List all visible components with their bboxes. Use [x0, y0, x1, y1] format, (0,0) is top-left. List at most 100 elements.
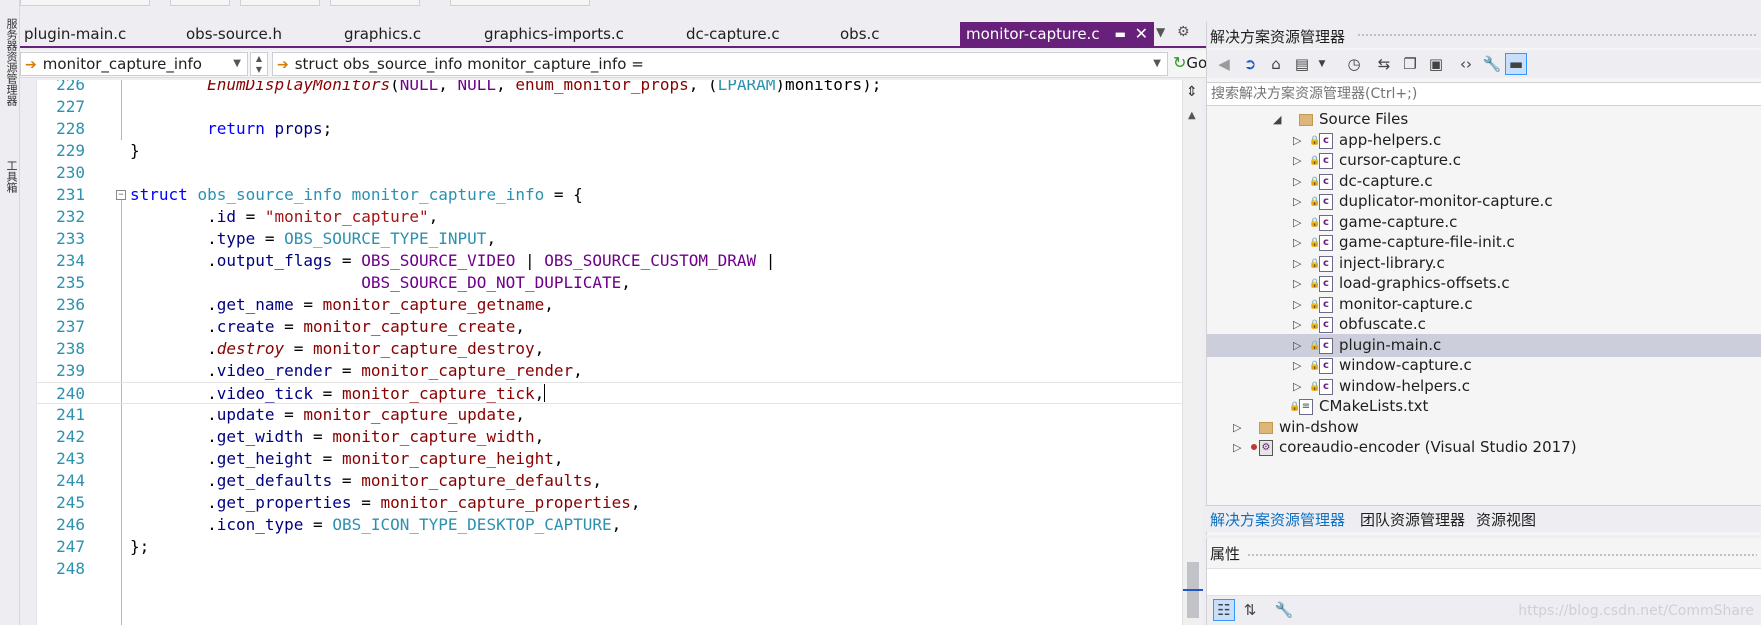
drag-grip[interactable] [1357, 33, 1757, 38]
code-token: create [216, 317, 275, 336]
property-pages-icon[interactable]: 🔧 [1273, 599, 1295, 621]
c-file-icon: c [1319, 235, 1333, 251]
code-line[interactable]: 234 .output_flags = OBS_SOURCE_VIDEO | O… [37, 250, 1182, 272]
code-token: , [428, 207, 439, 226]
tree-item[interactable]: ▷ ⚙ coreaudio-encoder (Visual Studio 2017) [1207, 436, 1761, 459]
line-number: 248 [56, 559, 85, 578]
preview-icon[interactable]: ▬ [1505, 53, 1527, 75]
code-line[interactable]: 230 [37, 162, 1182, 184]
code-line[interactable]: 226 EnumDisplayMonitors(NULL, NULL, enum… [37, 80, 1182, 96]
code-line[interactable]: 240 .video_tick = monitor_capture_tick, [37, 382, 1182, 404]
tab-solution-explorer[interactable]: 解决方案资源管理器 [1210, 509, 1345, 530]
member-dropdown[interactable]: ➔ struct obs_source_info monitor_capture_… [272, 52, 1168, 76]
code-token: monitor_capture_height [341, 449, 554, 468]
nav-spinner[interactable]: ▲ ▼ [250, 52, 268, 76]
code-line[interactable]: 239 .video_render = monitor_capture_rend… [37, 360, 1182, 382]
navigation-bar: ➔ monitor_capture_info ▼ ▲ ▼ ➔ struct obs_s… [20, 50, 1207, 78]
tab-monitor-capture-c[interactable]: monitor-capture.c ▬ ✕ [960, 22, 1154, 46]
show-all-files-icon[interactable]: ▣ [1425, 53, 1447, 75]
editor-vertical-scrollbar[interactable]: ⇕ ▲ [1182, 80, 1203, 625]
code-token: , [592, 471, 603, 490]
gear-icon[interactable]: ⚙ [1177, 24, 1190, 40]
code-line[interactable]: 245 .get_properties = monitor_capture_pr… [37, 492, 1182, 514]
expand-arrow-icon[interactable]: ▷ [1233, 436, 1241, 459]
forward-icon[interactable]: ➲ [1239, 53, 1261, 75]
code-token: , [553, 449, 564, 468]
code-line[interactable]: 243 .get_height = monitor_capture_height… [37, 448, 1182, 470]
search-input[interactable] [1207, 83, 1761, 105]
code-line[interactable]: 236 .get_name = monitor_capture_getname, [37, 294, 1182, 316]
tab-obs-source-h[interactable]: obs-source.h [182, 22, 282, 46]
go-button[interactable]: ↻Go [1173, 52, 1207, 76]
tab-plugin-main-c[interactable]: plugin-main.c [20, 22, 126, 46]
tab-label: monitor-capture.c [966, 25, 1100, 43]
close-icon[interactable]: ✕ [1135, 22, 1148, 46]
code-token: OBS_SOURCE_CUSTOM_DRAW [544, 251, 757, 270]
code-line[interactable]: 248 [37, 558, 1182, 580]
scroll-up-icon[interactable]: ▲ [1188, 110, 1196, 121]
toolbar-stub [330, 0, 420, 6]
code-line[interactable]: 232 .id = "monitor_capture", [37, 206, 1182, 228]
properties-wrench-icon[interactable]: 🔧 [1481, 53, 1503, 75]
tab-dc-capture-c[interactable]: dc-capture.c [682, 22, 780, 46]
code-token: monitor_capture_render [361, 361, 574, 380]
code-text: .id = "monitor_capture", [130, 206, 438, 228]
code-token: = [332, 471, 362, 490]
chevron-down-icon[interactable]: ▼ [1311, 53, 1333, 75]
active-tab-underline [20, 46, 1206, 48]
code-line[interactable]: 237 .create = monitor_capture_create, [37, 316, 1182, 338]
side-tab-toolbox[interactable]: 工具箱 [2, 160, 18, 193]
code-token: = [332, 251, 362, 270]
properties-object-selector[interactable] [1207, 568, 1761, 596]
code-line[interactable]: 246 .icon_type = OBS_ICON_TYPE_DESKTOP_C… [37, 514, 1182, 536]
code-token: icon_type [216, 515, 304, 534]
tab-graphics-c[interactable]: graphics.c [340, 22, 421, 46]
pin-icon[interactable]: ▬ [1115, 22, 1126, 46]
code-token: update [216, 405, 275, 424]
code-editor[interactable]: 226 EnumDisplayMonitors(NULL, NULL, enum… [36, 80, 1182, 625]
switch-view-icon[interactable]: ▤ [1291, 53, 1313, 75]
tab-obs-c[interactable]: obs.c [836, 22, 880, 46]
tab-team-explorer[interactable]: 团队资源管理器 [1360, 509, 1465, 530]
side-tab-server-explorer[interactable]: 服务器资源管理器 [2, 18, 18, 106]
code-line[interactable]: 227 [37, 96, 1182, 118]
back-icon[interactable]: ◀ [1213, 53, 1235, 75]
line-number: 226 [56, 80, 85, 94]
code-line[interactable]: 242 .get_width = monitor_capture_width, [37, 426, 1182, 448]
code-line[interactable]: 228 return props; [37, 118, 1182, 140]
code-token: get_properties [216, 493, 352, 512]
code-token: | [756, 251, 776, 270]
code-line[interactable]: 241 .update = monitor_capture_update, [37, 404, 1182, 426]
code-line[interactable]: 235 OBS_SOURCE_DO_NOT_DUPLICATE, [37, 272, 1182, 294]
collapse-all-icon[interactable]: ❐ [1399, 53, 1421, 75]
chevron-down-icon[interactable]: ▼ [1156, 25, 1165, 39]
code-token: = { [544, 185, 583, 204]
panel-title: 解决方案资源管理器 [1210, 28, 1346, 46]
code-token: monitor_capture_properties [380, 493, 631, 512]
drag-grip[interactable] [1247, 553, 1757, 558]
code-line[interactable]: 231 − struct obs_source_info monitor_captu… [37, 184, 1182, 206]
code-line[interactable]: 244 .get_defaults = monitor_capture_defa… [37, 470, 1182, 492]
collapse-icon[interactable]: − [116, 190, 126, 200]
categorized-icon[interactable]: ☷ [1213, 599, 1235, 621]
tab-resource-view[interactable]: 资源视图 [1476, 509, 1536, 530]
code-token: , [515, 317, 525, 336]
code-line[interactable]: 238 .destroy = monitor_capture_destroy, [37, 338, 1182, 360]
code-line[interactable]: 229} [37, 140, 1182, 162]
tab-graphics-imports-c[interactable]: graphics-imports.c [480, 22, 624, 46]
scope-dropdown[interactable]: ➔ monitor_capture_info ▼ [20, 52, 248, 76]
view-code-icon[interactable]: ‹› [1455, 53, 1477, 75]
document-tab-strip: plugin-main.c obs-source.h graphics.c gr… [20, 22, 1206, 46]
code-token: monitor_capture_tick [341, 384, 535, 403]
code-line[interactable]: 247}; [37, 536, 1182, 558]
pending-changes-icon[interactable]: ◷ [1343, 53, 1365, 75]
home-icon[interactable]: ⌂ [1265, 53, 1287, 75]
arrow-right-icon: ➔ [25, 57, 37, 73]
code-token: = [351, 493, 381, 512]
split-window-icon[interactable]: ⇕ [1186, 84, 1198, 100]
alphabetical-icon[interactable]: ⇅ [1239, 599, 1261, 621]
code-line[interactable]: 233 .type = OBS_SOURCE_TYPE_INPUT, [37, 228, 1182, 250]
sync-icon[interactable]: ⇆ [1373, 53, 1395, 75]
member-dropdown-value: struct obs_source_info monitor_capture_i… [294, 55, 644, 73]
